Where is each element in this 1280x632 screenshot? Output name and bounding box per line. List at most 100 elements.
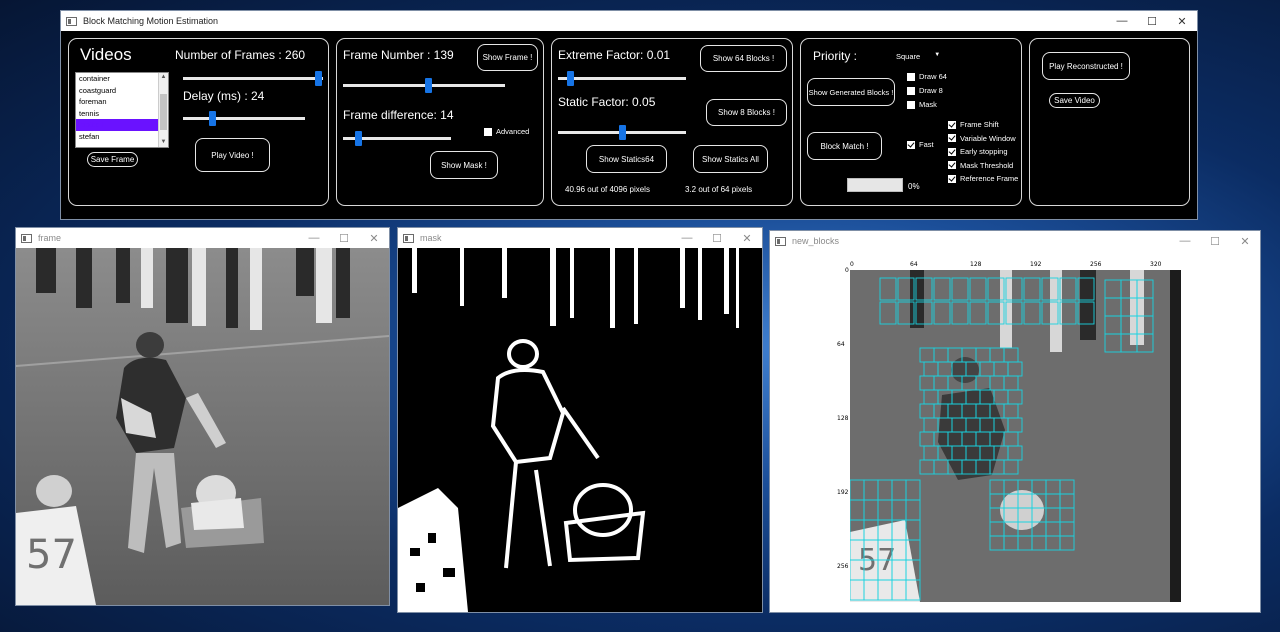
video-list-item[interactable]: foreman [76, 96, 158, 108]
y-tick-label: 192 [837, 489, 849, 496]
svg-text:57: 57 [26, 532, 77, 578]
show-statics64-button[interactable]: Show Statics64 [586, 145, 667, 173]
frame-window: frame — ☐ ✕ 57 [15, 227, 390, 606]
frame-panel: Frame Number : 139 Frame difference: 14 … [336, 38, 544, 206]
frame-number-slider[interactable] [343, 78, 505, 93]
extreme-factor-slider[interactable] [558, 71, 686, 86]
chevron-down-icon[interactable]: ▼ [934, 52, 940, 61]
static-factor-slider[interactable] [558, 125, 686, 140]
variable-window-box[interactable] [948, 134, 956, 142]
variable-window-checkbox[interactable]: Variable Window [948, 134, 1016, 143]
save-frame-button[interactable]: Save Frame [87, 152, 138, 167]
maximize-button[interactable]: ☐ [702, 232, 732, 245]
extreme-factor-label: Extreme Factor: 0.01 [558, 48, 671, 62]
frame-shift-checkbox[interactable]: Frame Shift [948, 120, 999, 129]
close-button[interactable]: ✕ [1230, 235, 1260, 248]
video-list-item[interactable]: tennis [76, 108, 158, 120]
play-reconstructed-button[interactable]: Play Reconstructed ! [1042, 52, 1130, 80]
delay-slider-thumb[interactable] [208, 111, 216, 126]
minimize-button[interactable]: — [299, 232, 329, 244]
motion-mask-image [398, 248, 762, 612]
app-icon [21, 233, 32, 243]
block-match-button[interactable]: Block Match ! [807, 132, 882, 160]
draw64-box[interactable] [907, 72, 915, 81]
early-stopping-checkbox[interactable]: Early stopping [948, 147, 1008, 156]
advanced-checkbox-box[interactable] [484, 127, 492, 136]
frame-window-title: frame [38, 233, 62, 243]
reference-frame-checkbox[interactable]: Reference Frame [948, 174, 1018, 183]
mask-threshold-box[interactable] [948, 161, 956, 169]
y-tick-label: 0 [845, 267, 849, 274]
close-button[interactable]: ✕ [1167, 15, 1197, 28]
mask-titlebar: mask — ☐ ✕ [398, 228, 762, 248]
delay-slider[interactable] [183, 111, 305, 126]
show-8-blocks-button[interactable]: Show 8 Blocks ! [706, 99, 787, 126]
close-button[interactable]: ✕ [732, 232, 762, 245]
draw8-checkbox[interactable]: Draw 8 [907, 86, 943, 95]
frames-count-label: Number of Frames : 260 [175, 48, 306, 62]
x-tick-label: 128 [970, 261, 982, 268]
maximize-button[interactable]: ☐ [1200, 235, 1230, 248]
x-tick-label: 320 [1150, 261, 1162, 268]
draw8-box[interactable] [907, 86, 915, 95]
mask-threshold-label: Mask Threshold [960, 160, 1014, 170]
video-list-item[interactable]: coastguard [76, 85, 158, 97]
show-64-blocks-button[interactable]: Show 64 Blocks ! [700, 45, 787, 72]
maximize-button[interactable]: ☐ [329, 232, 359, 245]
progress-bar [847, 178, 903, 192]
draw8-label: Draw 8 [919, 86, 943, 95]
priority-select[interactable]: Square ▼ [896, 52, 940, 61]
y-tick-label: 64 [837, 341, 845, 348]
video-list-scrollbar[interactable]: ▲ ▼ [158, 73, 168, 147]
maximize-button[interactable]: ☐ [1137, 15, 1167, 28]
static-factor-slider-thumb[interactable] [618, 125, 626, 140]
frame-difference-slider-thumb[interactable] [354, 131, 362, 146]
main-titlebar: Block Matching Motion Estimation — ☐ ✕ [61, 11, 1197, 31]
frames-slider-thumb[interactable] [315, 71, 323, 86]
draw64-checkbox[interactable]: Draw 64 [907, 72, 947, 81]
show-generated-blocks-button[interactable]: Show Generated Blocks ! [807, 78, 895, 106]
video-list-item[interactable]: football [76, 119, 158, 131]
scroll-up-icon[interactable]: ▲ [159, 73, 168, 82]
frames-slider[interactable] [183, 71, 323, 86]
save-video-button[interactable]: Save Video [1049, 93, 1100, 108]
video-list[interactable]: container coastguard foreman tennis football… [75, 72, 169, 148]
fast-checkbox[interactable]: Fast [907, 140, 934, 149]
priority-label: Priority : [813, 49, 858, 63]
scroll-down-icon[interactable]: ▼ [159, 138, 168, 147]
video-list-item[interactable]: container [76, 73, 158, 85]
videos-heading: Videos [80, 45, 132, 64]
reconstruct-panel: Play Reconstructed ! Save Video [1029, 38, 1190, 206]
minimize-button[interactable]: — [1170, 235, 1200, 247]
video-list-item[interactable]: ... [76, 142, 158, 147]
advanced-checkbox[interactable]: Advanced [484, 127, 529, 136]
app-icon [775, 236, 786, 246]
show-mask-button[interactable]: Show Mask ! [430, 151, 498, 179]
mask-threshold-checkbox[interactable]: Mask Threshold [948, 161, 1013, 170]
fast-box[interactable] [907, 140, 915, 149]
frame-difference-slider[interactable] [343, 131, 451, 146]
reference-frame-box[interactable] [948, 174, 956, 183]
control-area: Videos container coastguard foreman tennis f… [61, 31, 1197, 219]
frame-shift-box[interactable] [948, 120, 956, 129]
close-button[interactable]: ✕ [359, 232, 389, 245]
show-statics-all-button[interactable]: Show Statics All [693, 145, 768, 173]
early-stopping-box[interactable] [948, 147, 956, 156]
statics8-result: 3.2 out of 64 pixels [685, 185, 753, 194]
variable-window-label: Variable Window [960, 133, 1016, 143]
frame-shift-label: Frame Shift [960, 120, 999, 129]
video-list-item[interactable]: stefan [76, 131, 158, 143]
extreme-factor-slider-thumb[interactable] [567, 71, 575, 86]
frame-number-slider-thumb[interactable] [425, 78, 433, 93]
show-frame-button[interactable]: Show Frame ! [477, 44, 538, 71]
new-blocks-window: new_blocks — ☐ ✕ 0 64 128 192 256 320 0 64 128 1… [769, 230, 1261, 613]
mask-box[interactable] [907, 100, 915, 109]
scroll-thumb[interactable] [160, 94, 167, 130]
minimize-button[interactable]: — [1107, 15, 1137, 27]
new-blocks-window-title: new_blocks [792, 236, 840, 246]
play-video-button[interactable]: Play Video ! [195, 138, 270, 172]
minimize-button[interactable]: — [672, 232, 702, 244]
mask-checkbox[interactable]: Mask [907, 100, 937, 109]
frame-number-label: Frame Number : 139 [343, 48, 454, 62]
frame-image-area: 57 [16, 248, 389, 605]
